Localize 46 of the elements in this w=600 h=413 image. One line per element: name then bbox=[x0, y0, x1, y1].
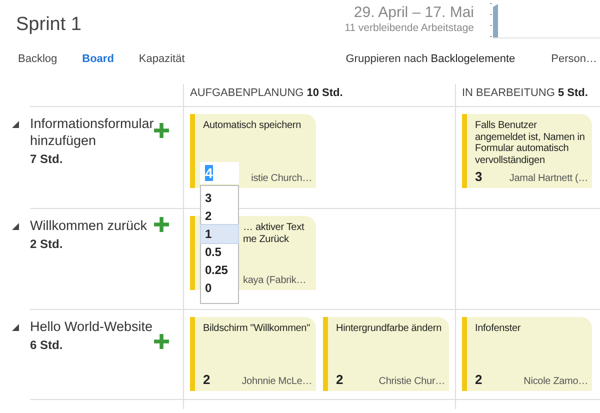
group-by-dropdown[interactable]: Gruppieren nach Backlogelemente bbox=[346, 53, 516, 65]
backlog-item-hours: 2 Std. bbox=[30, 237, 63, 251]
card-title: … aktiver Text me Zurück bbox=[243, 222, 306, 245]
assigned-to: Christie Chur… bbox=[378, 376, 445, 387]
backlog-item-hours: 7 Std. bbox=[30, 152, 63, 166]
hours-option[interactable]: 0.5 bbox=[201, 243, 238, 261]
sprint-dates: 29. April – 17. Mai bbox=[354, 4, 474, 21]
card-title: Hintergrundfarbe ändern bbox=[336, 323, 443, 336]
sprint-title: Sprint 1 bbox=[16, 14, 82, 36]
card-title: Bildschirm "Willkommen" bbox=[203, 323, 311, 336]
assigned-to: Johnnie McLe… bbox=[242, 376, 312, 387]
task-card[interactable]: Bildschirm "Willkommen" 2 Johnnie McLe… bbox=[190, 317, 316, 391]
task-card[interactable]: Infofenster 2 Nicole Zamo… bbox=[462, 317, 592, 391]
column-header: IN BEARBEITUNG 5 Std. bbox=[455, 84, 600, 106]
task-card[interactable]: Falls Benutzer angemeldet ist, Namen in Formular automatisch vervollständigen 3 Jamal Hartnett (… bbox=[462, 114, 592, 188]
backlog-item-title: Informationsformular hinzufügen bbox=[30, 115, 154, 149]
card-title: Infofenster bbox=[475, 323, 522, 336]
card-title: Falls Benutzer angemeldet ist, Namen in Formular automatisch vervollständigen bbox=[475, 120, 586, 166]
assigned-to: Jamal Hartnett (… bbox=[509, 173, 588, 184]
person-filter[interactable]: Person… bbox=[551, 53, 597, 65]
remaining-hours: 2 bbox=[203, 372, 210, 387]
hours-option[interactable]: 3 bbox=[201, 189, 238, 207]
view-tab[interactable]: Kapazität bbox=[138, 53, 185, 65]
backlog-item-hours: 6 Std. bbox=[30, 338, 63, 352]
task-card[interactable]: Hintergrundfarbe ändern 2 Christie Chur… bbox=[323, 317, 449, 391]
remaining-hours: 2 bbox=[336, 372, 344, 387]
collapse-triangle-icon[interactable] bbox=[12, 121, 19, 128]
hours-option[interactable]: 1 bbox=[201, 225, 238, 243]
backlog-item-title: Willkommen zurück bbox=[30, 217, 148, 234]
card-title: Automatisch speichern bbox=[203, 120, 302, 133]
add-task-icon[interactable] bbox=[154, 217, 169, 232]
assigned-to: Nicole Zamo… bbox=[524, 376, 588, 387]
backlog-item-title: Hello World-Website bbox=[30, 318, 153, 335]
collapse-triangle-icon[interactable] bbox=[12, 223, 19, 230]
column-header: AUFGABENPLANUNG 10 Std. bbox=[183, 84, 455, 106]
view-tab[interactable]: Board bbox=[82, 53, 114, 65]
collapse-triangle-icon[interactable] bbox=[12, 324, 19, 331]
remaining-hours: 3 bbox=[475, 169, 482, 184]
assigned-to: istie Church… bbox=[251, 173, 312, 184]
hours-option[interactable]: 0.25 bbox=[201, 261, 238, 279]
add-task-icon[interactable] bbox=[154, 123, 169, 138]
remaining-hours: 2 bbox=[475, 372, 482, 387]
remaining-days: 11 verbleibende Arbeitstage bbox=[344, 22, 474, 34]
add-task-icon[interactable] bbox=[154, 334, 169, 349]
assigned-to: kaya (Fabrik… bbox=[243, 275, 306, 286]
view-tab[interactable]: Backlog bbox=[18, 53, 58, 65]
